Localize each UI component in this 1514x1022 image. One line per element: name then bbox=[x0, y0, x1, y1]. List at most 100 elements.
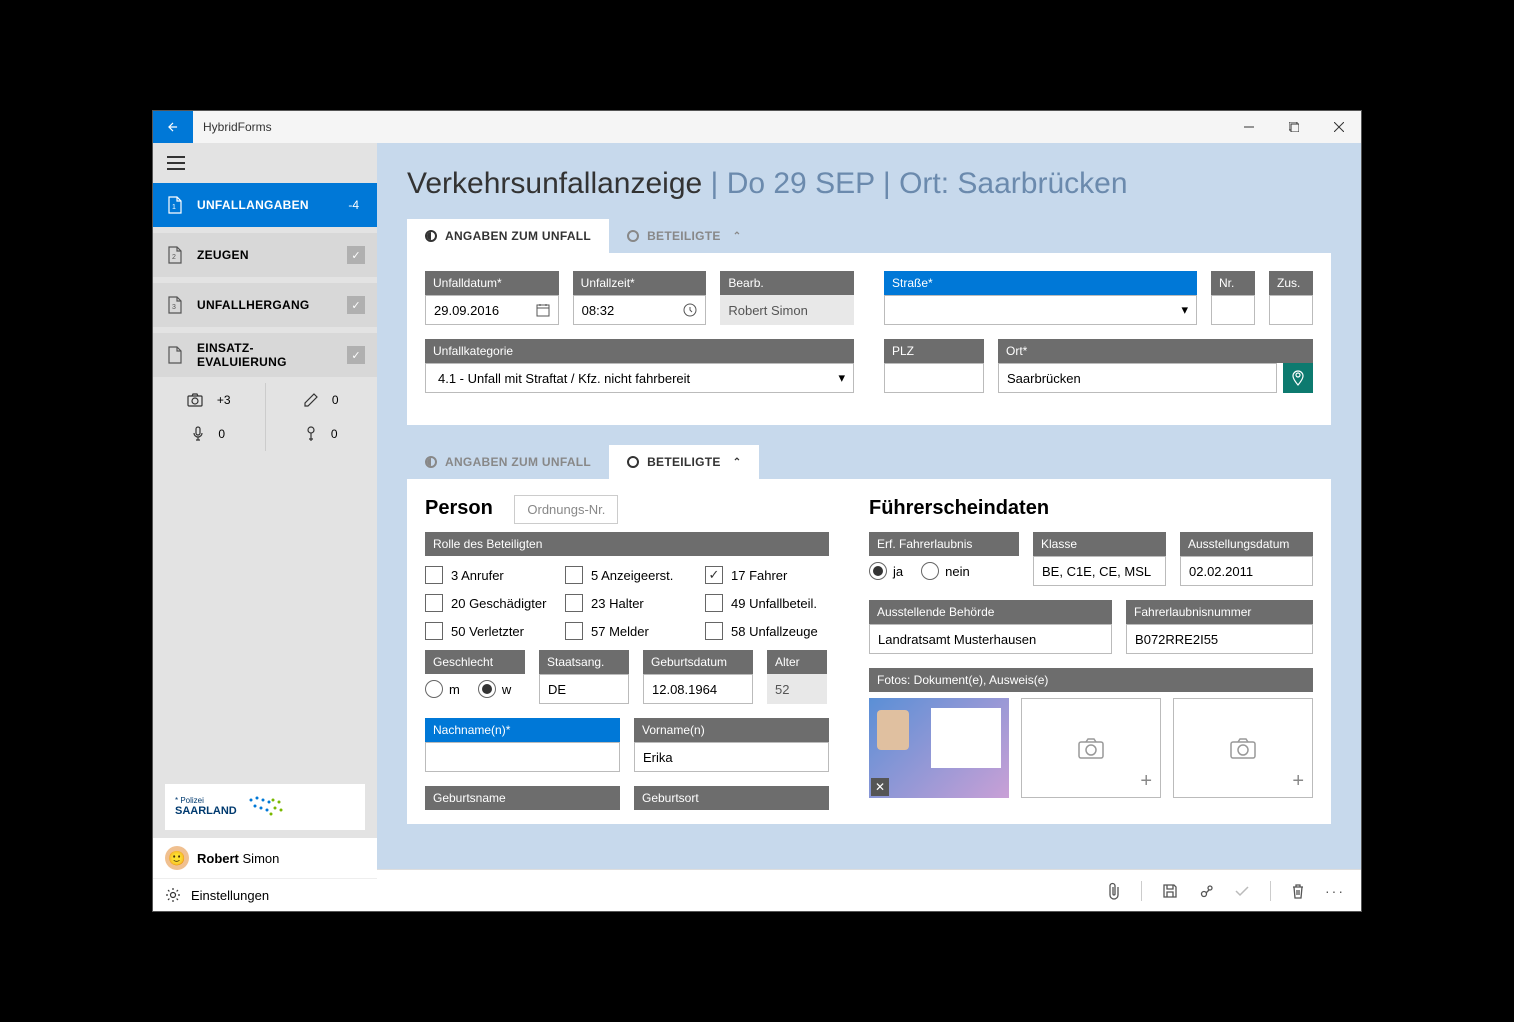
sidebar: 1 UNFALLANGABEN -4 2 ZEUGEN ✓ 3 UNFALLHE… bbox=[153, 143, 377, 911]
photo-thumbnail[interactable]: ✕ bbox=[869, 698, 1009, 798]
klasse-input[interactable] bbox=[1033, 556, 1166, 586]
sidebar-item-zeugen[interactable]: 2 ZEUGEN ✓ bbox=[153, 233, 377, 277]
unfalldatum-input[interactable] bbox=[425, 295, 559, 325]
check-icon: ✓ bbox=[347, 346, 365, 364]
photo-add-slot[interactable]: + bbox=[1173, 698, 1313, 798]
checkbox-rolle[interactable]: 50 Verletzter bbox=[425, 622, 549, 640]
plz-input[interactable] bbox=[884, 363, 984, 393]
checkbox-rolle[interactable]: 57 Melder bbox=[565, 622, 689, 640]
tab-unfall-2[interactable]: ANGABEN ZUM UNFALL bbox=[407, 445, 609, 479]
location-button[interactable] bbox=[1283, 363, 1313, 393]
label: Vorname(n) bbox=[634, 718, 829, 742]
checkbox-icon: ✓ bbox=[705, 566, 723, 584]
sidebar-item-label: UNFALLANGABEN bbox=[197, 198, 348, 212]
radio-nein[interactable]: nein bbox=[921, 562, 970, 580]
stat-key[interactable]: 0 bbox=[266, 417, 378, 451]
nr-input[interactable] bbox=[1211, 295, 1255, 325]
attach-button[interactable] bbox=[1107, 882, 1121, 900]
minimize-button[interactable] bbox=[1226, 111, 1271, 143]
zus-input[interactable] bbox=[1269, 295, 1313, 325]
tab-beteiligte-2[interactable]: BETEILIGTE⌃ bbox=[609, 445, 759, 479]
stat-mic[interactable]: 0 bbox=[153, 417, 266, 451]
label: Ausstellungsdatum bbox=[1180, 532, 1313, 556]
document-icon bbox=[165, 345, 185, 365]
label: Klasse bbox=[1033, 532, 1166, 556]
gebdatum-input[interactable] bbox=[643, 674, 753, 704]
close-icon[interactable]: ✕ bbox=[871, 778, 889, 796]
share-button[interactable] bbox=[1198, 883, 1214, 899]
nummer-input[interactable] bbox=[1126, 624, 1313, 654]
more-button[interactable]: ··· bbox=[1325, 883, 1345, 899]
checkbox-icon bbox=[565, 622, 583, 640]
progress-icon bbox=[425, 456, 437, 468]
checkbox-icon bbox=[565, 566, 583, 584]
checkbox-rolle[interactable]: 20 Geschädigter bbox=[425, 594, 549, 612]
progress-icon bbox=[627, 230, 639, 242]
page-title: Verkehrsunfallanzeige | Do 29 SEP | Ort:… bbox=[377, 143, 1361, 219]
sidebar-item-unfallhergang[interactable]: 3 UNFALLHERGANG ✓ bbox=[153, 283, 377, 327]
label: Geburtsname bbox=[425, 786, 620, 810]
kategorie-select[interactable]: 4.1 - Unfall mit Straftat / Kfz. nicht f… bbox=[425, 363, 854, 393]
label: Unfallzeit* bbox=[573, 271, 707, 295]
user-profile[interactable]: 🙂 Robert Simon bbox=[153, 838, 377, 878]
main-content: Verkehrsunfallanzeige | Do 29 SEP | Ort:… bbox=[377, 143, 1361, 911]
strasse-select[interactable]: ▾ bbox=[884, 295, 1197, 325]
ordnungsnr-input[interactable]: Ordnungs-Nr. bbox=[514, 495, 618, 524]
behoerde-input[interactable] bbox=[869, 624, 1112, 654]
alter-value: 52 bbox=[767, 674, 827, 704]
delete-button[interactable] bbox=[1291, 883, 1305, 899]
ort-input[interactable] bbox=[998, 363, 1277, 393]
checkbox-rolle[interactable]: 58 Unfallzeuge bbox=[705, 622, 829, 640]
checkbox-rolle[interactable]: ✓17 Fahrer bbox=[705, 566, 829, 584]
checkbox-rolle[interactable]: 3 Anrufer bbox=[425, 566, 549, 584]
checkbox-icon bbox=[565, 594, 583, 612]
tabbar-2: ANGABEN ZUM UNFALL BETEILIGTE⌃ bbox=[377, 445, 1361, 479]
tabbar-1: ANGABEN ZUM UNFALL BETEILIGTE⌃ bbox=[377, 219, 1361, 253]
plus-icon: + bbox=[1292, 770, 1304, 793]
maximize-button[interactable] bbox=[1271, 111, 1316, 143]
photo-add-slot[interactable]: + bbox=[1021, 698, 1161, 798]
checkbox-rolle[interactable]: 5 Anzeigeerst. bbox=[565, 566, 689, 584]
tab-unfall[interactable]: ANGABEN ZUM UNFALL bbox=[407, 219, 609, 253]
label: Ausstellende Behörde bbox=[869, 600, 1112, 624]
radio-w[interactable]: w bbox=[478, 680, 511, 698]
stat-photo[interactable]: +3 bbox=[153, 383, 266, 417]
bearb-value: Robert Simon bbox=[720, 295, 854, 325]
unfallzeit-input[interactable] bbox=[573, 295, 707, 325]
ausdatum-input[interactable] bbox=[1180, 556, 1313, 586]
label: Alter bbox=[767, 650, 827, 674]
checkbox-icon bbox=[425, 594, 443, 612]
checkbox-rolle[interactable]: 49 Unfallbeteil. bbox=[705, 594, 829, 612]
checkbox-icon bbox=[705, 622, 723, 640]
checkbox-icon bbox=[705, 594, 723, 612]
radio-m[interactable]: m bbox=[425, 680, 460, 698]
close-button[interactable] bbox=[1316, 111, 1361, 143]
radio-ja[interactable]: ja bbox=[869, 562, 903, 580]
settings-button[interactable]: Einstellungen bbox=[153, 878, 377, 911]
vorname-input[interactable] bbox=[634, 742, 829, 772]
staatsang-input[interactable] bbox=[539, 674, 629, 704]
camera-icon bbox=[1229, 737, 1257, 759]
pencil-icon bbox=[304, 393, 318, 407]
sidebar-item-unfallangaben[interactable]: 1 UNFALLANGABEN -4 bbox=[153, 183, 377, 227]
confirm-button[interactable] bbox=[1234, 885, 1250, 897]
tab-beteiligte[interactable]: BETEILIGTE⌃ bbox=[609, 219, 759, 253]
sidebar-item-badge: -4 bbox=[348, 198, 359, 212]
save-button[interactable] bbox=[1162, 883, 1178, 899]
key-icon bbox=[305, 426, 317, 442]
document-icon: 3 bbox=[165, 295, 185, 315]
checkbox-rolle[interactable]: 23 Halter bbox=[565, 594, 689, 612]
chevron-down-icon: ▾ bbox=[838, 370, 845, 386]
svg-text:2: 2 bbox=[172, 254, 176, 261]
document-icon: 2 bbox=[165, 245, 185, 265]
hamburger-button[interactable] bbox=[153, 143, 377, 183]
sidebar-item-einsatz[interactable]: EINSATZ- EVALUIERUNG ✓ bbox=[153, 333, 377, 377]
stat-edit[interactable]: 0 bbox=[266, 383, 378, 417]
label: Geburtsdatum bbox=[643, 650, 753, 674]
back-button[interactable] bbox=[153, 111, 193, 143]
app-title: HybridForms bbox=[193, 120, 1226, 134]
checkbox-icon bbox=[425, 566, 443, 584]
panel-unfall: Unfalldatum* Unfallzeit* Bearb. Robert S… bbox=[407, 253, 1331, 425]
logo-graphic bbox=[241, 792, 281, 822]
nachname-input[interactable] bbox=[425, 742, 620, 772]
